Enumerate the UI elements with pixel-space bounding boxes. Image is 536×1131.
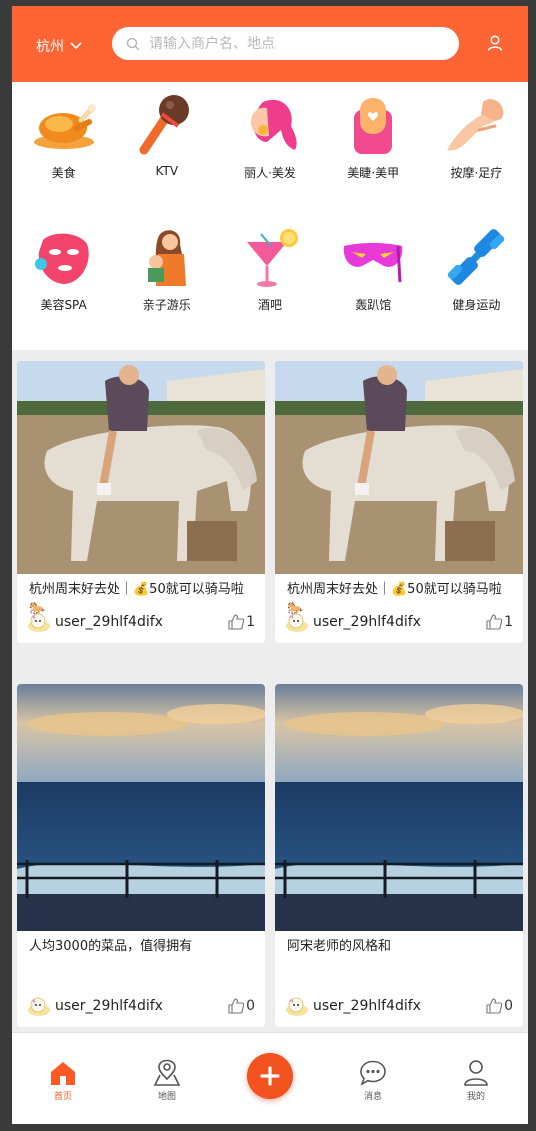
- city-selector[interactable]: 杭州: [36, 36, 82, 56]
- tab-home[interactable]: 首页: [33, 1059, 93, 1102]
- tab-map[interactable]: 地图: [137, 1059, 197, 1102]
- category-bar[interactable]: 酒吧: [218, 222, 321, 350]
- avatar: [286, 613, 308, 632]
- cocktail-icon: [246, 229, 298, 287]
- category-parent-child[interactable]: 亲子游乐: [115, 222, 218, 350]
- plus-icon: [260, 1066, 280, 1086]
- microphone-icon: [139, 95, 189, 155]
- category-label: 丽人·美发: [244, 166, 296, 180]
- tab-label: 消息: [363, 1092, 382, 1102]
- thumbs-up-icon: [486, 614, 503, 630]
- category-massage[interactable]: 按摩·足疗: [425, 82, 528, 222]
- tab-profile[interactable]: 我的: [446, 1059, 506, 1102]
- post-meta: user_29hlf4difx 0: [285, 995, 513, 1017]
- app-frame: 杭州 美食: [12, 6, 528, 1124]
- search-icon: [126, 37, 140, 50]
- search-input[interactable]: [149, 35, 439, 52]
- post-username: user_29hlf4difx: [55, 614, 163, 630]
- bottom-tab-bar: 首页 地图 消息 我的: [12, 1032, 528, 1124]
- create-post-button[interactable]: [247, 1053, 293, 1099]
- seaside-sunset-photo: [275, 684, 523, 931]
- like-button[interactable]: 0: [227, 997, 255, 1015]
- category-grid: 美食 KTV 丽人·美发 美睫·美甲 按摩·足疗 美容SPA 亲子游乐 酒吧 轰…: [12, 82, 528, 350]
- post-username: user_29hlf4difx: [313, 998, 421, 1014]
- category-label: 轰趴馆: [355, 298, 392, 312]
- category-label: 酒吧: [257, 298, 282, 312]
- horse-riding-photo: [275, 361, 523, 574]
- dumbbell-icon: [448, 229, 505, 285]
- like-count: 0: [246, 998, 255, 1014]
- party-mask-icon: [343, 243, 403, 283]
- avatar: [28, 997, 50, 1016]
- like-count: 1: [504, 614, 513, 630]
- hair-icon: [250, 99, 297, 150]
- person-icon: [464, 1060, 488, 1086]
- avatar: [286, 997, 308, 1016]
- home-icon: [51, 1062, 75, 1085]
- tab-label: 首页: [53, 1092, 72, 1102]
- chevron-down-icon: [70, 42, 82, 50]
- thumbs-up-icon: [228, 998, 245, 1014]
- like-button[interactable]: 1: [485, 613, 513, 631]
- post-meta: user_29hlf4difx 1: [27, 611, 255, 633]
- massage-hand-icon: [447, 99, 504, 151]
- like-count: 1: [246, 614, 255, 630]
- category-beauty-hair[interactable]: 丽人·美发: [218, 82, 321, 222]
- user-icon[interactable]: [486, 34, 504, 52]
- post-meta: user_29hlf4difx 1: [285, 611, 513, 633]
- seaside-sunset-photo: [17, 684, 265, 931]
- map-pin-icon: [153, 1059, 181, 1086]
- parent-child-icon: [147, 230, 186, 286]
- category-spa[interactable]: 美容SPA: [12, 222, 115, 350]
- post-card[interactable]: 杭州周末好去处｜💰50就可以骑马啦🐎 user_29hlf4difx 1: [275, 361, 523, 643]
- like-button[interactable]: 0: [485, 997, 513, 1015]
- tab-label: 地图: [157, 1092, 176, 1102]
- face-mask-icon: [34, 233, 89, 284]
- category-label: 美食: [51, 166, 76, 180]
- category-label: 亲子游乐: [142, 298, 191, 312]
- tab-messages[interactable]: 消息: [343, 1059, 403, 1102]
- category-party-hall[interactable]: 轰趴馆: [322, 222, 425, 350]
- chat-bubble-icon: [360, 1060, 386, 1086]
- post-card[interactable]: 人均3000的菜品，值得拥有 user_29hlf4difx 0: [17, 684, 265, 1027]
- avatar: [28, 613, 50, 632]
- thumbs-up-icon: [228, 614, 245, 630]
- category-label: 美睫·美甲: [347, 166, 400, 180]
- city-label: 杭州: [36, 39, 64, 55]
- post-title: 阿宋老师的风格和: [287, 939, 392, 954]
- category-label: 按摩·足疗: [450, 166, 503, 180]
- category-ktv[interactable]: KTV: [115, 82, 218, 222]
- top-header: 杭州: [12, 6, 528, 82]
- thumbs-up-icon: [486, 998, 503, 1014]
- category-food[interactable]: 美食: [12, 82, 115, 222]
- nail-icon: [354, 98, 393, 154]
- post-card[interactable]: 杭州周末好去处｜💰50就可以骑马啦🐎 user_29hlf4difx 1: [17, 361, 265, 643]
- post-username: user_29hlf4difx: [313, 614, 421, 630]
- post-card[interactable]: 阿宋老师的风格和 user_29hlf4difx 0: [275, 684, 523, 1027]
- post-username: user_29hlf4difx: [55, 998, 163, 1014]
- tab-label: 我的: [466, 1092, 485, 1102]
- category-label: 健身运动: [452, 298, 501, 312]
- post-meta: user_29hlf4difx 0: [27, 995, 255, 1017]
- horse-riding-photo: [17, 361, 265, 574]
- category-lash-nail[interactable]: 美睫·美甲: [322, 82, 425, 222]
- like-button[interactable]: 1: [227, 613, 255, 631]
- category-label: KTV: [155, 164, 179, 178]
- category-label: 美容SPA: [40, 298, 87, 312]
- category-fitness[interactable]: 健身运动: [425, 222, 528, 350]
- roast-chicken-icon: [33, 104, 96, 149]
- like-count: 0: [504, 998, 513, 1014]
- search-bar[interactable]: [112, 27, 459, 60]
- post-title: 人均3000的菜品，值得拥有: [29, 939, 193, 954]
